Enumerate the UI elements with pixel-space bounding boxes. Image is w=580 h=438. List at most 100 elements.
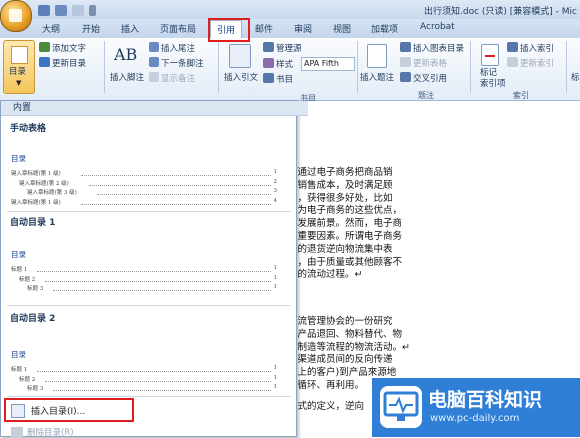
save-icon[interactable]: [38, 4, 50, 16]
text-line: 的发展前景。然而，电子商: [288, 218, 403, 230]
text-line: 业通过电子商务把商品销: [288, 167, 393, 178]
cross-reference-button[interactable]: 交叉引用: [413, 72, 447, 84]
monitor-logo-icon: [380, 386, 422, 428]
add-text-button[interactable]: 添加文字: [52, 42, 86, 54]
toc-preview-line: 标题 1 1: [11, 265, 277, 274]
show-notes-icon: [149, 72, 159, 82]
gallery-section-title: 自动目录 1: [10, 218, 56, 228]
update-table-icon: [400, 57, 411, 67]
chevron-down-icon: ▼: [16, 79, 22, 87]
group-separator: [566, 41, 567, 93]
next-footnote-button[interactable]: 下一条脚注: [161, 57, 204, 69]
next-footnote-icon: [149, 57, 159, 67]
toc-line-text: 键入章标题(第 1 级): [11, 200, 61, 206]
insert-footnote-button[interactable]: 插入脚注: [110, 71, 144, 83]
manage-sources-button[interactable]: 管理源: [276, 42, 302, 54]
toc-button[interactable]: 目录 ▼: [3, 40, 35, 94]
text-line: 物流管理协会的一份研究: [288, 316, 393, 327]
text-line: 因为电子商务的这些优点，: [288, 205, 403, 217]
toc-line-page: 1: [273, 169, 278, 175]
insert-index-button[interactable]: 插入索引: [520, 42, 554, 54]
text-line: 商的流动过程。↵: [288, 269, 363, 281]
toc-line-text: 标题 3: [27, 286, 44, 292]
insert-citation-icon: [229, 44, 251, 68]
site-watermark: 电脑百科知识 www.pc-daily.com: [372, 378, 580, 437]
delete-toc-icon: [11, 427, 23, 437]
toc-option-manual[interactable]: 目录 键入章标题(第 1 级) 1 键入章标题(第 2 级) 2 键入章标题(第…: [11, 153, 277, 211]
update-index-button[interactable]: 更新索引: [520, 57, 554, 69]
tab-outline[interactable]: 大纲: [42, 22, 60, 35]
ab-footnote-icon: AB: [114, 45, 138, 64]
toc-line-text: 键入章标题(第 3 级): [27, 190, 77, 196]
delete-toc-menu-item[interactable]: 删除目录(R): [27, 426, 74, 438]
redo-icon[interactable]: [72, 4, 84, 16]
tab-review[interactable]: 审阅: [294, 22, 312, 35]
bibliography-button[interactable]: 书目: [276, 73, 293, 85]
show-notes-button[interactable]: 显示备注: [161, 72, 195, 84]
text-line: 了产品退回、物料替代、物: [288, 328, 403, 340]
customize-qat-icon[interactable]: [89, 4, 96, 16]
update-toc-button[interactable]: 更新目录: [52, 57, 86, 69]
watermark-title: 电脑百科知识: [428, 389, 543, 411]
insert-table-of-figures-button[interactable]: 插入图表目录: [413, 42, 464, 54]
tab-page-layout[interactable]: 页面布局: [160, 22, 196, 35]
text-line: 再制造等流程的物流活动。↵: [288, 341, 410, 353]
text-line: 在渠道成员间的反向传递: [288, 354, 393, 366]
watermark-url: www.pc-daily.com: [430, 413, 520, 424]
gallery-divider: [7, 305, 291, 306]
tab-home[interactable]: 开始: [82, 22, 100, 35]
toc-line-page: 1: [273, 284, 278, 290]
text-line: 品，由于质量或其他顾客不: [288, 256, 403, 268]
toc-preview-line: 键入章标题(第 3 级) 3: [27, 188, 277, 197]
text-line: 务的退货逆向物流集中表: [288, 243, 393, 255]
toc-icon: [11, 46, 28, 64]
toc-line-page: 1: [273, 265, 278, 271]
insert-table-of-figures-icon: [400, 42, 411, 52]
mark-entry-button[interactable]: 标记 索引项: [480, 68, 506, 90]
tab-mailings[interactable]: 邮件: [255, 22, 273, 35]
style-dropdown[interactable]: APA Fifth: [301, 57, 355, 71]
toc-line-page: 1: [273, 275, 278, 281]
toc-preview-heading: 目录: [11, 350, 26, 359]
toc-line-page: 3: [273, 188, 278, 194]
group-separator: [218, 41, 219, 93]
text-line: 品，获得很多好处，比如: [288, 192, 393, 204]
insert-citation-button[interactable]: 插入引文: [224, 71, 258, 83]
office-button[interactable]: [0, 0, 32, 32]
quick-access-toolbar: [38, 3, 96, 17]
insert-caption-button[interactable]: 插入题注: [360, 71, 394, 83]
tab-view[interactable]: 视图: [333, 22, 351, 35]
toc-option-auto-2[interactable]: 目录 标题 1 1 标题 2 1 标题 3 1: [11, 349, 277, 395]
index-group-label: 索引: [513, 91, 529, 100]
text-line: 纸销售成本，及时满足顾: [288, 179, 393, 191]
toc-preview-line: 标题 3 1: [27, 284, 277, 293]
gallery-divider: [7, 396, 291, 397]
insert-caption-icon: [367, 44, 387, 68]
toc-line-page: 4: [273, 198, 278, 204]
tab-insert[interactable]: 插入: [121, 22, 139, 35]
toc-preview-line: 标题 3 1: [27, 384, 277, 393]
insert-endnote-icon: [149, 42, 159, 52]
toc-line-page: 1: [273, 365, 278, 371]
add-text-icon: [39, 42, 50, 52]
toc-option-auto-1[interactable]: 目录 标题 1 1 标题 2 1 标题 3 1: [11, 249, 277, 295]
update-table-button[interactable]: 更新表格: [413, 57, 447, 69]
tab-acrobat[interactable]: Acrobat: [420, 22, 455, 32]
tab-addins[interactable]: 加载项: [371, 22, 398, 35]
window-title: 出行须知.doc (只读) [兼容模式] - Mic: [424, 7, 577, 17]
style-dropdown-value: APA Fifth: [304, 59, 339, 68]
table-of-authorities-button[interactable]: 标: [571, 71, 580, 83]
toc-preview-line: 键入章标题(第 1 级) 4: [11, 198, 277, 207]
toc-preview-heading: 目录: [11, 154, 26, 163]
style-label: 样式: [276, 60, 294, 70]
insert-endnote-button[interactable]: 插入尾注: [161, 42, 195, 54]
toc-preview-line: 标题 1 1: [11, 365, 277, 374]
toc-preview-heading: 目录: [11, 250, 26, 259]
toc-gallery-panel: 内置 手动表格 目录 键入章标题(第 1 级) 1 键入章标题(第 2 级) 2…: [0, 100, 308, 438]
gallery-section-title: 手动表格: [10, 124, 47, 134]
toc-preview-line: 标题 2 1: [19, 275, 277, 284]
undo-icon[interactable]: [55, 4, 67, 16]
toc-line-text: 键入章标题(第 1 级): [11, 171, 61, 177]
ribbon: 目录 ▼ 添加文字 更新目录 AB 插入脚注 插入尾注 下一条脚注 显示备注 插…: [0, 38, 580, 101]
manage-sources-icon: [263, 42, 274, 52]
